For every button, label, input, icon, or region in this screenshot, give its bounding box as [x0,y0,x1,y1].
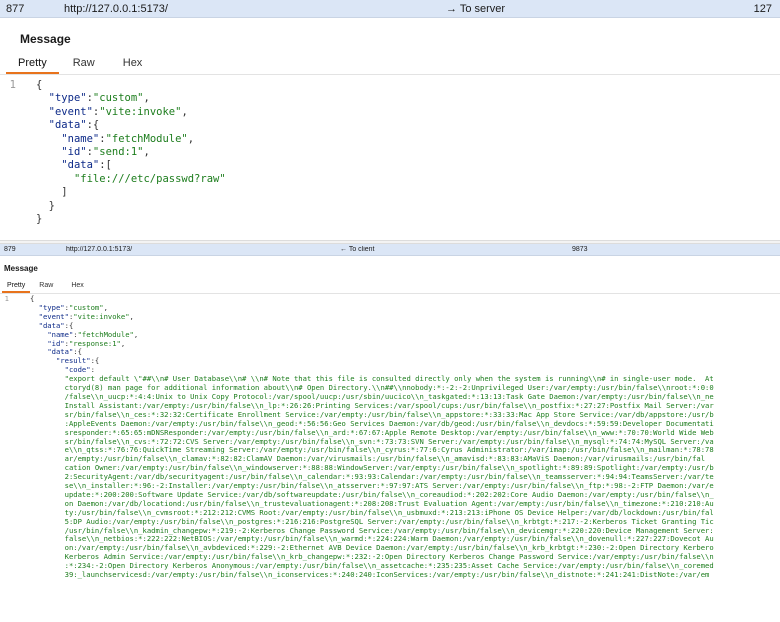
json-key: "event" [38,311,69,321]
code-string-line: false\\n_netbios:*:222:222:NetBIOS:/var/… [30,534,714,544]
json-value: "custom" [92,92,144,105]
code-string-line: :*:234:-2:Open Directory Kerberos Anonym… [30,561,714,571]
message-row-879[interactable]: 879 http://127.0.0.1:5173/ ← To client 9… [0,244,780,256]
response-message-panel: 879 http://127.0.0.1:5173/ ← To client 9… [0,244,780,622]
message-heading: Message [4,264,38,273]
code-string-line: sr/bin/false\\n_ces:*:32:32:Certificate … [30,409,714,419]
json-value: "response:1" [68,338,121,348]
json-value: "file:///etc/passwd?raw" [73,172,226,185]
request-message-panel: 877 http://127.0.0.1:5173/ → To server 1… [0,0,780,240]
code-string-line: ar/empty:/usr/bin/false\\n_clamav:*:82:8… [30,454,706,464]
json-key: "data" [47,347,74,357]
json-key: "result" [55,356,91,366]
code-string-line: Kerberos Admin Service:/var/empty:/usr/b… [30,552,714,562]
code-string-line: Install Assistant:/var/empty:/usr/bin/fa… [30,400,714,410]
json-key: "data" [48,119,87,132]
message-id: 879 [4,246,16,253]
json-value: "custom" [68,302,104,312]
code-string-line: sr/bin/false\\n_cvs:*:72:72:CVS Server:/… [30,436,714,446]
code-string-line: cation Owner:/var/empty:/usr/bin/false\\… [30,463,714,473]
code-string-line: 5:DP Audio:/var/empty:/usr/bin/false\\n_… [30,516,714,526]
code-string-line: :AppleEvents Daemon:/var/empty:/usr/bin/… [30,418,714,428]
json-key: "name" [47,329,74,339]
json-key: "type" [48,92,87,105]
line-number: 1 [4,294,9,303]
json-value: "send:1" [92,146,144,159]
message-heading: Message [20,32,71,46]
code-string-line: sresponder:*:65:65:mDNSResponder:/var/em… [30,427,714,437]
json-key: "type" [38,302,65,312]
code-string-line: /usr/bin/false\\n_kadmin_changepw:*:219:… [30,525,714,535]
json-value: "fetchModule" [77,329,134,339]
message-row-877[interactable]: 877 http://127.0.0.1:5173/ → To server 1… [0,0,780,18]
tab-raw[interactable]: Raw [59,54,109,74]
code-string-line: 2:SecurityAgent:/var/db/securityagent:/u… [30,472,714,482]
json-value: "vite:invoke" [99,105,182,118]
code-string-line: "export default \"##\\n# User Database\\… [30,374,714,384]
code-string-line: e\\n_qtss:*:76:76:QuickTime Streaming Se… [30,445,714,455]
json-key: "id" [47,338,65,348]
line-number: 1 [9,79,16,91]
code-string-line: on Daemon:/var/db/locationd:/usr/bin/fal… [30,498,714,508]
tab-hex[interactable]: Hex [62,280,92,293]
message-body-editor[interactable]: 1 { "type":"custom", "event":"vite:invok… [0,294,780,579]
json-key: "id" [61,146,87,159]
json-key: "code" [64,365,91,375]
message-direction: ← To client [340,246,375,253]
message-url: http://127.0.0.1:5173/ [64,2,168,15]
code-string-line: ty:/usr/bin/false\\n_cvmsroot:*:212:212:… [30,507,714,517]
message-length: 127 [753,2,772,15]
json-value: "fetchModule" [105,132,188,145]
message-url: http://127.0.0.1:5173/ [66,246,133,253]
tab-raw[interactable]: Raw [30,280,62,293]
code-string-line: update:*:200:200:Software Update Service… [30,489,714,499]
message-body-editor[interactable]: 1 { "type":"custom", "event":"vite:invok… [0,79,780,225]
json-body: { "type":"custom", "event":"vite:invoke"… [30,294,714,580]
tab-hex[interactable]: Hex [109,54,157,74]
json-key: "data" [61,159,100,172]
tab-pretty[interactable]: Pretty [6,54,59,74]
message-length: 9873 [572,246,588,253]
code-string-line: ctoryd(8) man page for additional inform… [30,383,714,393]
json-key: "data" [38,320,65,330]
code-string-line: se\\n_installer:*:96:-2:Installer:/var/e… [30,481,714,491]
json-key: "name" [61,132,100,145]
json-body: { "type":"custom", "event":"vite:invoke"… [36,79,226,226]
message-id: 877 [6,2,25,15]
code-string-line: 39:_launchservicesd:/var/empty:/usr/bin/… [30,570,710,580]
code-string-line: on:/var/empty:/usr/bin/false\\n_avbdevic… [30,543,714,553]
view-tabs: Pretty Raw Hex [0,54,780,75]
code-string-line: /false\\n_uucp:*:4:4:Unix to Unix Copy P… [30,391,714,401]
message-direction: → To server [446,2,506,15]
json-key: "event" [48,105,93,118]
tab-pretty[interactable]: Pretty [2,280,31,293]
json-value: "vite:invoke" [73,311,130,321]
view-tabs: Pretty Raw Hex [0,280,780,294]
